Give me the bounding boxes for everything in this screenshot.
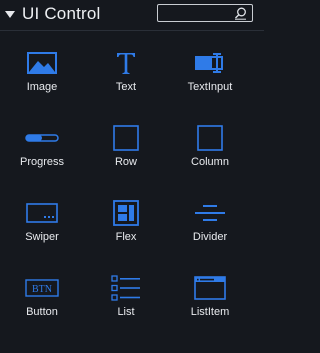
component-progress[interactable]: Progress — [0, 113, 84, 188]
row-icon — [113, 125, 139, 151]
component-text[interactable]: Text — [84, 38, 168, 113]
component-image[interactable]: Image — [0, 38, 84, 113]
component-list[interactable]: List — [84, 263, 168, 338]
component-label: Progress — [19, 156, 65, 168]
list-icon — [111, 275, 140, 301]
header-divider — [0, 30, 264, 31]
component-column[interactable]: Column — [168, 113, 252, 188]
component-label: Image — [26, 81, 58, 93]
component-label: Button — [26, 306, 58, 318]
search-input[interactable] — [158, 5, 242, 21]
flex-icon — [113, 200, 139, 226]
textinput-icon — [195, 53, 223, 73]
component-divider[interactable]: Divider — [168, 188, 252, 263]
component-label: List — [117, 306, 135, 318]
panel-title: UI Control — [22, 4, 101, 23]
component-textinput[interactable]: TextInput — [168, 38, 252, 113]
component-swiper[interactable]: Swiper — [0, 188, 84, 263]
search-box — [157, 4, 253, 22]
component-label: Column — [191, 156, 229, 168]
image-icon — [27, 52, 57, 74]
progress-icon — [25, 134, 59, 142]
text-icon — [117, 53, 135, 74]
component-label: ListItem — [190, 306, 230, 318]
swiper-icon — [26, 203, 58, 223]
ui-control-panel: UI Control Image Text TextInput Progress… — [0, 0, 264, 353]
listitem-icon — [194, 276, 226, 300]
component-label: Divider — [192, 231, 228, 243]
component-label: Row — [114, 156, 137, 168]
component-label: TextInput — [187, 81, 233, 93]
component-flex[interactable]: Flex — [84, 188, 168, 263]
panel-header: UI Control — [0, 0, 264, 30]
component-label: Swiper — [25, 231, 59, 243]
component-label: Text — [115, 81, 137, 93]
button-icon: BTN — [25, 279, 59, 297]
divider-icon — [195, 205, 225, 221]
search-icon[interactable] — [234, 7, 247, 20]
column-icon — [197, 125, 223, 151]
button-icon-text: BTN — [32, 284, 52, 295]
component-label: Flex — [115, 231, 137, 243]
collapse-triangle-icon[interactable] — [5, 10, 15, 20]
component-row[interactable]: Row — [84, 113, 168, 188]
component-grid: Image Text TextInput Progress Row Column… — [0, 38, 264, 338]
component-listitem[interactable]: ListItem — [168, 263, 252, 338]
component-button[interactable]: BTN Button — [0, 263, 84, 338]
